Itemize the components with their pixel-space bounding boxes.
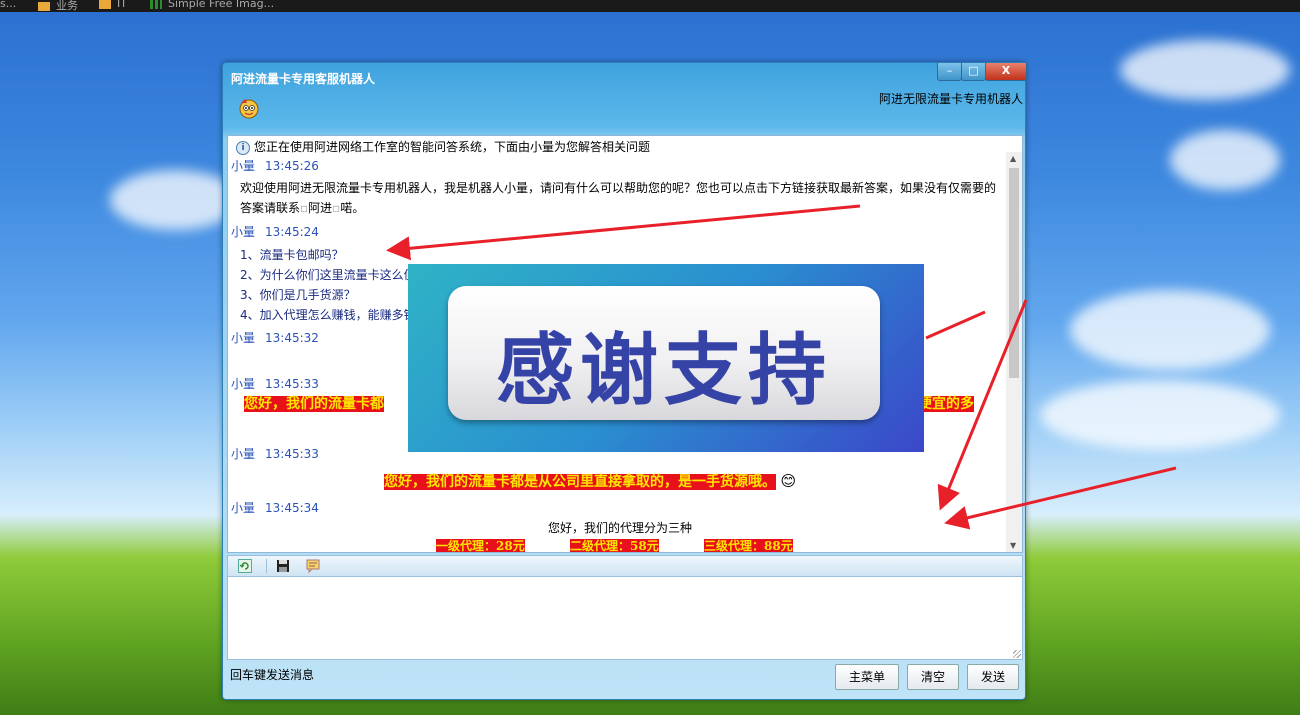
main-menu-button[interactable]: 主菜单: [835, 664, 899, 690]
message-header: 小量 13:45:33: [231, 447, 319, 461]
contact-link[interactable]: 阿进: [308, 201, 332, 215]
folder-icon: [38, 1, 50, 11]
close-button[interactable]: X: [985, 63, 1027, 81]
taskbar-item[interactable]: Simple Free Imag...: [150, 0, 274, 10]
highlight-text: 您好，我们的流量卡都是从公司里直接拿取的，是一手货源哦。 😊: [384, 472, 797, 490]
maximize-button[interactable]: □: [961, 63, 986, 81]
message-header: 小量 13:45:33: [231, 377, 319, 391]
chat-scrollbar[interactable]: ▲ ▼: [1006, 152, 1022, 552]
cloud: [1170, 130, 1280, 190]
thanks-banner-panel: 感谢支持: [448, 286, 880, 420]
message-header: 小量 13:45:24: [231, 225, 319, 239]
tier-label: 一级代理：28元: [436, 539, 525, 553]
clear-button[interactable]: 清空: [907, 664, 959, 690]
chart-icon: [150, 0, 162, 9]
message-input[interactable]: [227, 576, 1023, 660]
message-header: 小量 13:45:34: [231, 501, 319, 515]
tier-label: 三级代理：88元: [704, 539, 793, 553]
message-header: 小量 13:45:32: [231, 331, 319, 345]
message-textarea[interactable]: [228, 577, 1022, 659]
question-link[interactable]: 3、你们是几手货源？: [240, 286, 356, 303]
message-header: 小量 13:45:26: [231, 159, 319, 173]
chat-record-icon[interactable]: [306, 559, 320, 573]
cloud: [110, 170, 240, 230]
scroll-thumb[interactable]: [1009, 168, 1019, 378]
scroll-down-icon[interactable]: ▼: [1010, 541, 1016, 550]
question-link[interactable]: 4、加入代理怎么赚钱，能赚多钱: [240, 306, 416, 323]
tier-label: 二级代理：58元: [570, 539, 659, 553]
highlight-text: 便宜的多: [918, 396, 974, 412]
taskbar-item[interactable]: 业务: [38, 0, 78, 12]
input-toolbar: [227, 555, 1023, 577]
cloud: [1120, 40, 1290, 100]
message-text: 您好，我们的代理分为三种: [548, 521, 693, 535]
send-button[interactable]: 发送: [967, 664, 1019, 690]
question-link[interactable]: 1、流量卡包邮吗？: [240, 246, 344, 263]
taskbar-item[interactable]: IT: [99, 0, 127, 10]
resize-grip-icon[interactable]: [1013, 650, 1021, 658]
window-subtitle: 阿进无限流量卡专用机器人: [878, 92, 1023, 106]
highlight-text: 您好，我们的流量卡都: [244, 396, 384, 412]
minimize-button[interactable]: –: [937, 63, 962, 81]
taskbar: s... 业务 IT Simple Free Imag...: [0, 0, 1300, 12]
scroll-up-icon[interactable]: ▲: [1010, 154, 1016, 163]
thanks-banner-image: 感谢支持: [408, 264, 924, 452]
thanks-banner-text: 感谢支持: [495, 326, 832, 416]
info-banner: i 您正在使用阿进网络工作室的智能问答系统，下面由小量为您解答相关问题: [236, 138, 650, 155]
cloud: [1040, 380, 1280, 450]
folder-icon: [99, 0, 111, 9]
window-title: 阿进流量卡专用客服机器人: [231, 72, 376, 86]
taskbar-item[interactable]: s...: [0, 0, 16, 10]
message-text: 欢迎使用阿进无限流量卡专用机器人，我是机器人小量，请问有什么可以帮助您的呢？您也…: [240, 181, 997, 215]
refresh-icon[interactable]: [238, 559, 252, 573]
send-hint: 回车键发送消息: [230, 668, 315, 682]
smile-emoji-icon: 😊: [780, 472, 797, 490]
question-link[interactable]: 2、为什么你们这里流量卡这么便: [240, 266, 416, 283]
cloud: [1070, 290, 1270, 370]
robot-avatar-icon: [239, 99, 259, 119]
save-icon[interactable]: [276, 559, 290, 573]
toolbar-divider: [266, 559, 267, 573]
info-icon: i: [236, 140, 250, 155]
